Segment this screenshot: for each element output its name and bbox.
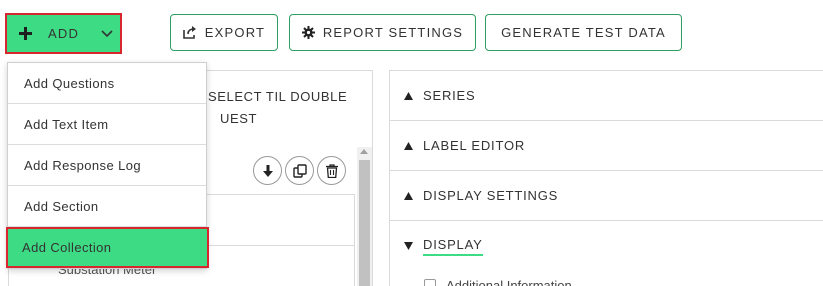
section-series[interactable]: SERIES [390,71,823,121]
question-list-box [205,194,355,286]
triangle-up-icon [404,191,413,200]
triangle-down-icon [404,242,413,250]
export-button[interactable]: EXPORT [170,14,278,51]
generate-test-data-label: GENERATE TEST DATA [501,25,666,40]
scrollbar-thumb[interactable] [359,160,370,286]
download-icon [262,164,273,177]
section-display-settings[interactable]: DISPLAY SETTINGS [390,171,823,221]
add-button[interactable]: ADD [5,13,122,54]
additional-information-label: Additional Information [446,278,572,286]
scroll-up-arrow[interactable] [360,149,368,154]
plus-icon [19,27,32,40]
section-display-label: DISPLAY [423,237,483,256]
section-series-label: SERIES [423,88,476,103]
menu-item-add-section[interactable]: Add Section [8,186,206,227]
export-label: EXPORT [204,25,266,40]
add-button-label: ADD [48,26,80,41]
download-button[interactable] [253,156,282,185]
export-icon [182,26,197,39]
copy-icon [292,163,307,178]
menu-item-add-questions[interactable]: Add Questions [8,63,206,104]
right-panel: SERIES LABEL EDITOR DISPLAY SETTINGS DIS… [389,70,823,286]
section-label-editor[interactable]: LABEL EDITOR [390,121,823,171]
gear-icon [301,26,315,39]
left-panel-title-line1: SELECT TIL DOUBLE [208,89,348,104]
generate-test-data-button[interactable]: GENERATE TEST DATA [485,14,682,51]
trash-icon [325,163,338,178]
section-label-editor-label: LABEL EDITOR [423,138,526,153]
chevron-down-icon [101,29,113,38]
report-settings-button[interactable]: REPORT SETTINGS [289,14,476,51]
section-display-settings-label: DISPLAY SETTINGS [423,188,559,203]
add-dropdown-menu: Add Questions Add Text Item Add Response… [6,62,209,269]
section-display[interactable]: DISPLAY [390,221,823,271]
menu-item-add-response-log[interactable]: Add Response Log [8,145,206,186]
menu-item-add-collection[interactable]: Add Collection [6,227,209,268]
left-panel-title-line2: UEST [220,111,258,126]
triangle-up-icon [404,91,413,100]
copy-button[interactable] [285,156,314,185]
menu-item-add-text-item[interactable]: Add Text Item [8,104,206,145]
question-list-divider [205,245,355,246]
item-tools [253,156,346,185]
triangle-up-icon [404,141,413,150]
delete-button[interactable] [317,156,346,185]
left-panel-title: SELECT TIL DOUBLE UEST [208,86,368,130]
additional-information-checkbox[interactable] [424,279,436,286]
report-settings-label: REPORT SETTINGS [322,25,464,40]
